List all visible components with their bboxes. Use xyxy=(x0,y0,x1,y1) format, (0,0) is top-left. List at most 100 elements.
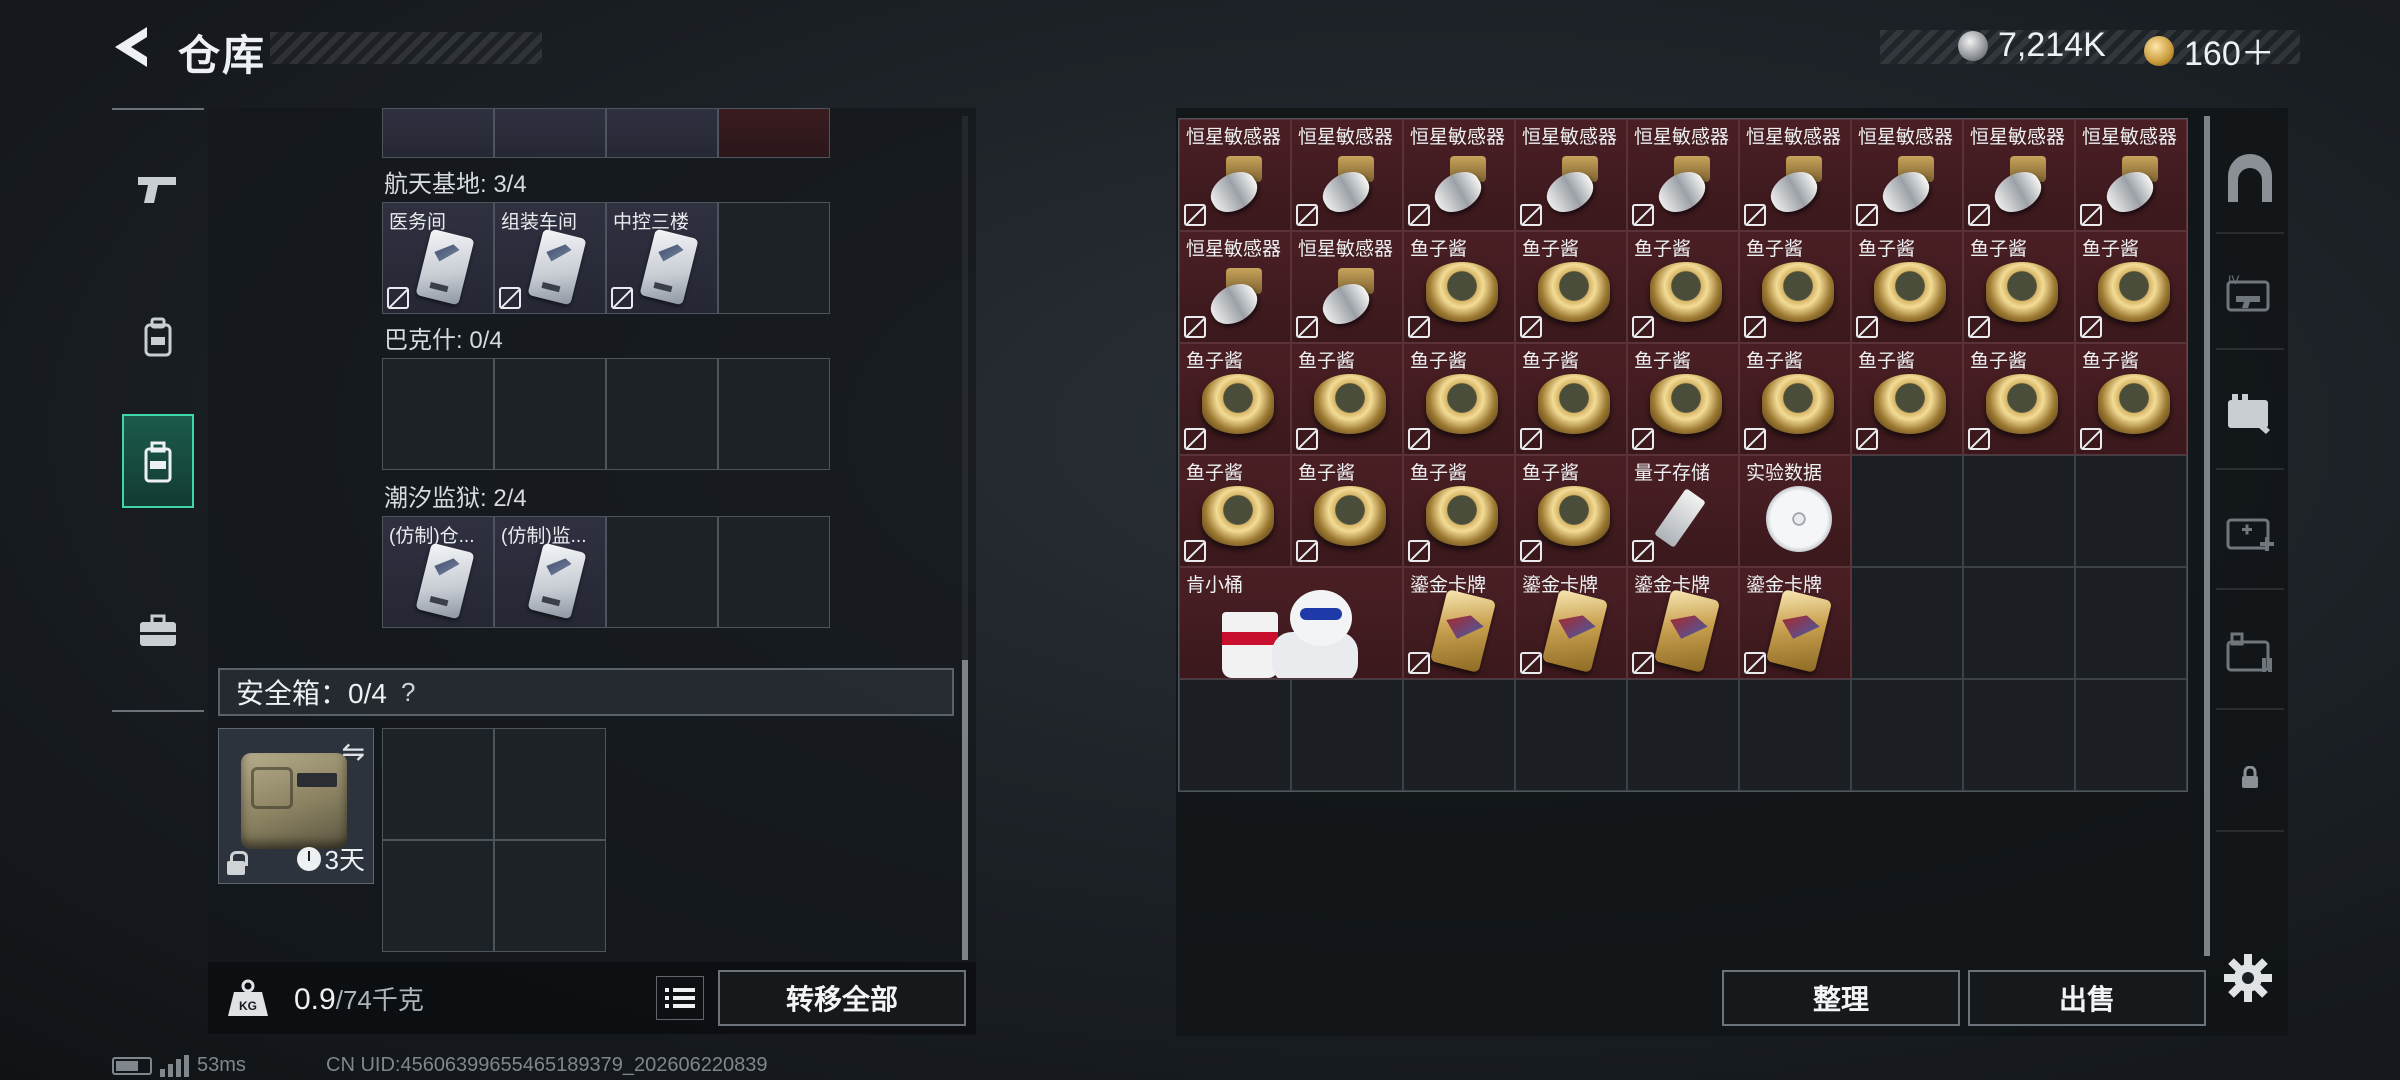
gold-currency[interactable]: 160＋ xyxy=(2144,26,2275,75)
empty-inventory-cell[interactable] xyxy=(1851,567,1963,679)
back-button[interactable] xyxy=(106,22,156,72)
empty-inventory-cell[interactable] xyxy=(1627,679,1739,791)
inventory-item[interactable]: 恒星敏感器 xyxy=(1179,119,1291,231)
no-trade-icon xyxy=(1632,204,1654,226)
inventory-item[interactable]: 恒星敏感器 xyxy=(1291,231,1403,343)
inventory-item[interactable]: 实验数据 xyxy=(1739,455,1851,567)
slot[interactable] xyxy=(606,108,718,158)
inventory-item[interactable]: 鱼子酱 xyxy=(1403,343,1515,455)
empty-slot[interactable] xyxy=(494,840,606,952)
inventory-item[interactable]: 鱼子酱 xyxy=(1403,231,1515,343)
inventory-item[interactable]: 恒星敏感器 xyxy=(1627,119,1739,231)
empty-slot[interactable] xyxy=(494,358,606,470)
inventory-item[interactable]: 恒星敏感器 xyxy=(1963,119,2075,231)
empty-slot[interactable] xyxy=(382,840,494,952)
inventory-item[interactable]: 鱼子酱 xyxy=(1851,231,1963,343)
inventory-scroll-track[interactable] xyxy=(2204,116,2210,956)
keycard-slot[interactable]: 医务间 xyxy=(382,202,494,314)
empty-slot[interactable] xyxy=(606,516,718,628)
inventory-item[interactable]: 恒星敏感器 xyxy=(1739,119,1851,231)
empty-inventory-cell[interactable] xyxy=(1179,679,1291,791)
sell-button[interactable]: 出售 xyxy=(1968,970,2206,1026)
tab-weapon-storage[interactable]: IV xyxy=(2216,262,2284,330)
inventory-item[interactable]: 鱼子酱 xyxy=(1515,231,1627,343)
inventory-item[interactable]: 鱼子酱 xyxy=(1963,231,2075,343)
inventory-item[interactable]: 量子存储 xyxy=(1627,455,1739,567)
inventory-item[interactable]: 恒星敏感器 xyxy=(1403,119,1515,231)
inventory-item[interactable]: 鱼子酱 xyxy=(1851,343,1963,455)
empty-slot[interactable] xyxy=(718,516,830,628)
container-scrollbar[interactable] xyxy=(962,660,968,960)
list-view-button[interactable] xyxy=(656,976,704,1020)
inventory-item[interactable]: 鱼子酱 xyxy=(1179,343,1291,455)
inventory-item[interactable]: 恒星敏感器 xyxy=(1515,119,1627,231)
empty-inventory-cell[interactable] xyxy=(2075,679,2187,791)
inventory-item[interactable]: 鎏金卡牌 xyxy=(1515,567,1627,679)
inventory-item[interactable]: 鱼子酱 xyxy=(1291,343,1403,455)
nav-weapons[interactable] xyxy=(122,142,194,236)
keycard-slot[interactable]: (仿制)仓... xyxy=(382,516,494,628)
inventory-item[interactable]: 鱼子酱 xyxy=(1515,343,1627,455)
inventory-item[interactable]: 恒星敏感器 xyxy=(2075,119,2187,231)
empty-inventory-cell[interactable] xyxy=(1851,679,1963,791)
nav-gear[interactable] xyxy=(122,290,194,384)
tab-gear-storage[interactable] xyxy=(2216,380,2284,448)
empty-slot[interactable] xyxy=(718,358,830,470)
inventory-item[interactable]: 鱼子酱 xyxy=(1179,455,1291,567)
inventory-item[interactable]: 鎏金卡牌 xyxy=(1403,567,1515,679)
safe-box-item[interactable]: ⇋ 3天 xyxy=(218,728,374,884)
inventory-item[interactable]: 鱼子酱 xyxy=(1627,231,1739,343)
inventory-item[interactable]: 恒星敏感器 xyxy=(1851,119,1963,231)
tab-medical-storage[interactable] xyxy=(2216,500,2284,568)
help-icon[interactable]: ? xyxy=(401,677,415,708)
inventory-item[interactable]: 鱼子酱 xyxy=(1963,343,2075,455)
empty-inventory-cell[interactable] xyxy=(1515,679,1627,791)
empty-inventory-cell[interactable] xyxy=(1963,567,2075,679)
settings-button[interactable] xyxy=(2222,952,2274,1004)
tab-locked[interactable] xyxy=(2216,744,2284,812)
inventory-item[interactable]: 恒星敏感器 xyxy=(1291,119,1403,231)
silver-currency[interactable]: 7,214K xyxy=(1958,26,2106,65)
tab-stash[interactable] xyxy=(2216,146,2284,214)
inventory-item[interactable]: 鎏金卡牌 xyxy=(1627,567,1739,679)
swap-icon[interactable]: ⇋ xyxy=(342,735,365,768)
inventory-item[interactable]: 鱼子酱 xyxy=(1515,455,1627,567)
inventory-item[interactable]: 鱼子酱 xyxy=(2075,231,2187,343)
empty-inventory-cell[interactable] xyxy=(1739,679,1851,791)
sort-button[interactable]: 整理 xyxy=(1722,970,1960,1026)
inventory-item[interactable]: 鱼子酱 xyxy=(1627,343,1739,455)
inventory-item[interactable]: 鱼子酱 xyxy=(1739,231,1851,343)
transfer-all-button[interactable]: 转移全部 xyxy=(718,970,966,1026)
safe-box-days: 3天 xyxy=(324,845,365,875)
empty-slot[interactable] xyxy=(718,202,830,314)
empty-inventory-cell[interactable] xyxy=(1291,679,1403,791)
empty-inventory-cell[interactable] xyxy=(2075,567,2187,679)
keycard-slot[interactable]: (仿制)监... xyxy=(494,516,606,628)
empty-inventory-cell[interactable] xyxy=(1403,679,1515,791)
inventory-scrollbar[interactable] xyxy=(2204,116,2210,956)
inventory-item[interactable]: 恒星敏感器 xyxy=(1179,231,1291,343)
empty-inventory-cell[interactable] xyxy=(1963,455,2075,567)
slot[interactable] xyxy=(494,108,606,158)
nav-tools[interactable] xyxy=(122,584,194,678)
keycard-slot[interactable]: 中控三楼 xyxy=(606,202,718,314)
inventory-item[interactable]: 鱼子酱 xyxy=(2075,343,2187,455)
safe-box-icon xyxy=(241,753,347,849)
slot[interactable] xyxy=(382,108,494,158)
tab-misc-storage[interactable] xyxy=(2216,620,2284,688)
empty-slot[interactable] xyxy=(494,728,606,840)
inventory-item[interactable]: 鱼子酱 xyxy=(1739,343,1851,455)
empty-slot[interactable] xyxy=(382,358,494,470)
inventory-item[interactable]: 肯小桶 xyxy=(1179,567,1403,679)
empty-slot[interactable] xyxy=(382,728,494,840)
inventory-item[interactable]: 鱼子酱 xyxy=(1291,455,1403,567)
empty-inventory-cell[interactable] xyxy=(1963,679,2075,791)
inventory-item[interactable]: 鎏金卡牌 xyxy=(1739,567,1851,679)
slot[interactable] xyxy=(718,108,830,158)
nav-containers[interactable] xyxy=(122,414,194,508)
empty-inventory-cell[interactable] xyxy=(1851,455,1963,567)
inventory-item[interactable]: 鱼子酱 xyxy=(1403,455,1515,567)
empty-slot[interactable] xyxy=(606,358,718,470)
keycard-slot[interactable]: 组装车间 xyxy=(494,202,606,314)
empty-inventory-cell[interactable] xyxy=(2075,455,2187,567)
